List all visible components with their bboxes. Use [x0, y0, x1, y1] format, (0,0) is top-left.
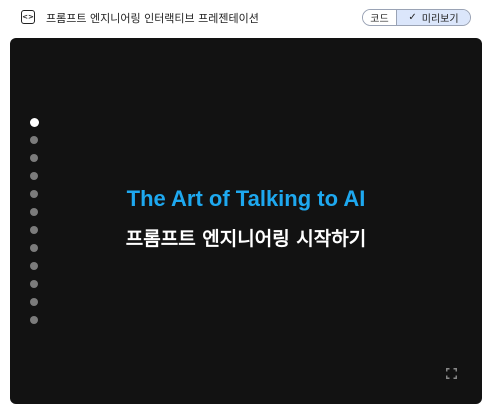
fullscreen-icon[interactable]: [446, 368, 457, 379]
slide-dot[interactable]: [29, 118, 39, 127]
code-view-button[interactable]: 코드: [363, 10, 397, 25]
slide-dot[interactable]: [30, 136, 38, 144]
check-icon: ✓: [408, 12, 417, 23]
slide-dot[interactable]: [30, 316, 38, 324]
slide-dot[interactable]: [30, 262, 38, 270]
slide-viewer: The Art of Talking to AI 프롬프트 엔지니어링 시작하기: [10, 38, 482, 404]
slide-title: The Art of Talking to AI: [126, 186, 366, 211]
preview-view-button[interactable]: ✓ 미리보기: [397, 10, 470, 25]
preview-view-label: 미리보기: [421, 14, 459, 25]
slide-dot[interactable]: [30, 154, 38, 162]
artifact-header: <> 프롬프트 엔지니어링 인터랙티브 프레젠테이션 코드 ✓ 미리보기: [0, 0, 488, 36]
code-view-label: 코드: [370, 14, 389, 25]
view-toggle: 코드 ✓ 미리보기: [362, 9, 471, 26]
slide-dot[interactable]: [30, 280, 38, 288]
slide-dot[interactable]: [30, 172, 38, 180]
code-brackets-icon: <>: [21, 10, 35, 24]
slide-dot[interactable]: [30, 298, 38, 306]
artifact-title: 프롬프트 엔지니어링 인터랙티브 프레젠테이션: [46, 12, 259, 25]
slide-subtitle: 프롬프트 엔지니어링 시작하기: [125, 228, 367, 250]
